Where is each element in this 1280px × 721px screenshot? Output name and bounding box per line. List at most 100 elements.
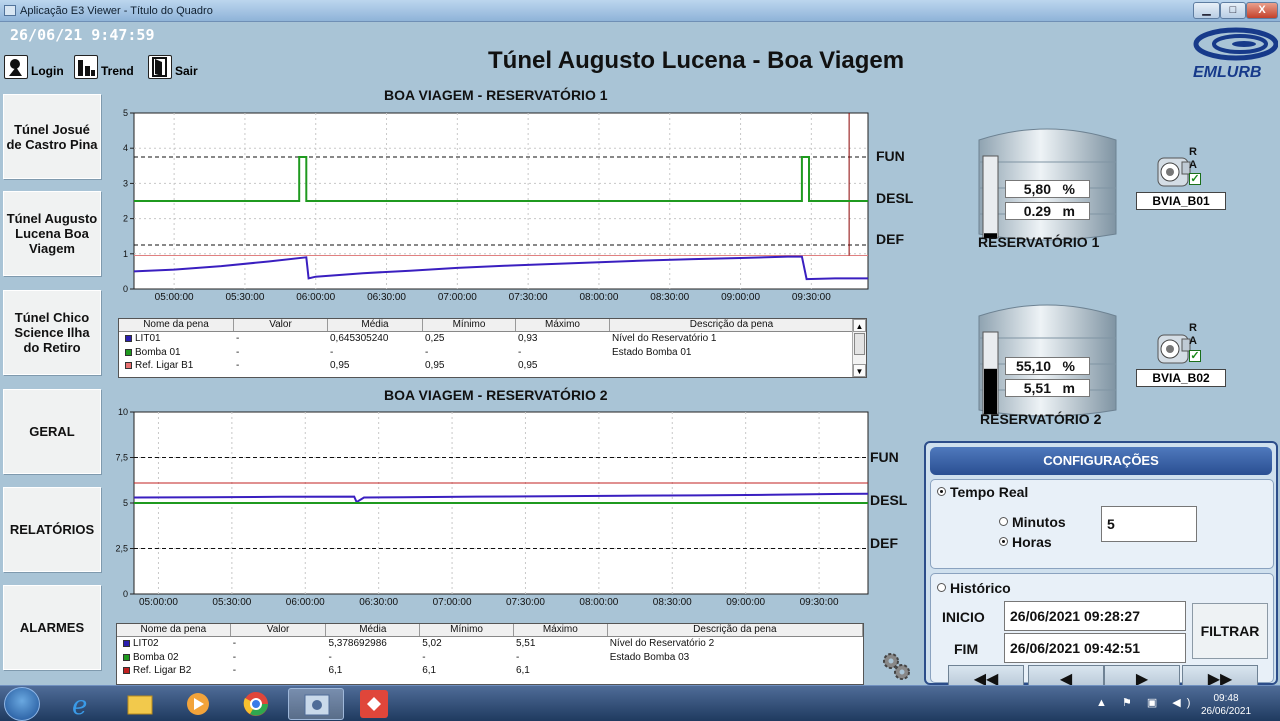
pen-name: Ref. Ligar B1 — [135, 360, 194, 371]
table-row[interactable]: Bomba 02 - - - - Estado Bomba 03 — [117, 651, 863, 665]
scroll-thumb[interactable] — [854, 333, 865, 355]
legend-scrollbar[interactable]: ▲ ▼ — [852, 319, 866, 377]
nav-tunel-augusto[interactable]: Túnel Augusto Lucena Boa Viagem — [3, 191, 101, 276]
table-row[interactable]: Ref. Ligar B1 - 0,95 0,95 0,95 — [119, 359, 866, 373]
nav-alarmes[interactable]: ALARMES — [3, 585, 101, 670]
pump-b01-name: BVIA_B01 — [1136, 192, 1226, 210]
series-color-swatch — [123, 640, 130, 647]
fim-input[interactable]: 26/06/2021 09:42:51 — [1004, 633, 1186, 663]
page-title: Túnel Augusto Lucena - Boa Viagem — [488, 47, 905, 74]
chart2-label-fun: FUN — [870, 449, 899, 465]
pump-b01-a: A — [1189, 159, 1197, 171]
pen-min: 0,95 — [425, 360, 445, 371]
e3-viewer-taskbar-icon[interactable] — [288, 688, 344, 720]
chart1-y-tick-label: 4 — [123, 143, 128, 153]
col-nome: Nome da pena — [119, 319, 234, 331]
pen-mean: - — [330, 346, 334, 358]
chart2-label-desl: DESL — [870, 492, 908, 508]
internet-explorer-icon[interactable]: e — [54, 688, 110, 721]
chart2-y-tick-label: 0 — [123, 589, 128, 599]
chart2-label-def: DEF — [870, 535, 898, 551]
series-color-swatch — [125, 362, 132, 369]
tray-time: 09:48 — [1213, 693, 1239, 704]
scroll-up-icon[interactable]: ▲ — [853, 319, 866, 332]
pen-max: 0,93 — [518, 333, 538, 344]
historico-radio[interactable]: Histórico — [937, 580, 1011, 596]
table-row[interactable]: Bomba 01 - - - - Estado Bomba 01 — [119, 346, 866, 360]
system-tray-icons[interactable]: ▲ ⚑ ▣ ◀) — [1096, 696, 1196, 709]
tank2-percent-display: 55,10 % — [1005, 357, 1090, 375]
realtime-radio[interactable]: Tempo Real — [937, 484, 1028, 500]
tank2-name: RESERVATÓRIO 2 — [980, 411, 1102, 427]
user-icon — [4, 55, 28, 79]
pump-b02-name: BVIA_B02 — [1136, 369, 1226, 387]
media-player-icon[interactable] — [170, 688, 226, 720]
pen-name: Bomba 02 — [133, 651, 179, 663]
config-panel: CONFIGURAÇÕES Tempo Real Minutos Horas 5… — [924, 441, 1278, 695]
pen-max: - — [518, 346, 522, 358]
chart2-y-tick-label: 5 — [123, 498, 128, 508]
chart1-x-tick-label: 07:00:00 — [438, 292, 477, 301]
chart1-plot[interactable]: 05:00:00 05:30:00 06:00:00 06:30:00 07:00:00… — [108, 107, 870, 303]
chrome-icon[interactable] — [228, 688, 284, 720]
radio-off-icon — [999, 517, 1008, 526]
chart2-legend-table: Nome da pena Valor Média Mínimo Máximo D… — [116, 623, 864, 685]
chart1-y-tick-label: 3 — [123, 178, 128, 188]
period-input[interactable]: 5 — [1101, 506, 1197, 542]
nav-tunel-josue[interactable]: Túnel Josué de Castro Pina — [3, 94, 101, 179]
anydesk-icon[interactable] — [346, 688, 402, 720]
tray-clock[interactable]: 09:48 26/06/2021 — [1196, 692, 1256, 718]
table-row[interactable]: LIT01 - 0,645305240 0,25 0,93 Nível do R… — [119, 332, 866, 346]
chart2-plot[interactable]: 05:00:00 05:30:00 06:00:00 06:30:00 07:00:00… — [108, 406, 870, 608]
chart2-title: BOA VIAGEM - RESERVATÓRIO 2 — [384, 387, 608, 403]
logo-text: EMLURB — [1193, 64, 1262, 81]
chart2-x-tick-label: 05:30:00 — [212, 597, 251, 606]
maximize-button[interactable]: □ — [1220, 2, 1246, 19]
nav-geral[interactable]: GERAL — [3, 389, 101, 474]
radio-on-icon — [999, 537, 1008, 546]
settings-gears-icon[interactable] — [880, 650, 912, 682]
fim-label: FIM — [954, 641, 979, 657]
close-button[interactable]: X — [1246, 2, 1278, 19]
col-media: Média — [328, 319, 423, 331]
filtrar-button[interactable]: FILTRAR — [1192, 603, 1268, 659]
chart1-label-def: DEF — [876, 231, 904, 247]
pen-value: - — [236, 360, 240, 371]
nav-tunel-chico[interactable]: Túnel Chico Science Ilha do Retiro — [3, 290, 101, 375]
radio-off-icon — [937, 583, 946, 592]
scroll-down-icon[interactable]: ▼ — [853, 364, 866, 377]
chart2-x-tick-label: 09:30:00 — [800, 597, 839, 606]
inicio-input[interactable]: 26/06/2021 09:28:27 — [1004, 601, 1186, 631]
pen-description: Estado Bomba 01 — [612, 346, 692, 358]
login-label: Login — [31, 64, 64, 78]
scada-screen: 26/06/21 9:47:59 Login Trend Sair Túnel … — [0, 22, 1280, 695]
tank1-level-display: 0.29 m — [1005, 202, 1090, 220]
pump-b01-check-icon[interactable]: ✓ — [1189, 173, 1201, 185]
minimize-button[interactable]: ▁ — [1193, 2, 1220, 19]
chart2-y-tick-label: 2,5 — [115, 544, 128, 554]
tank1-name: RESERVATÓRIO 1 — [978, 234, 1100, 250]
tank1-level: 0.29 — [1023, 203, 1051, 219]
chart1-label-desl: DESL — [876, 190, 914, 206]
inicio-label: INICIO — [942, 609, 985, 625]
horas-radio[interactable]: Horas — [999, 534, 1052, 550]
bar-chart-icon — [74, 55, 98, 79]
col-maximo: Máximo — [514, 624, 608, 636]
pen-description: Estado Bomba 03 — [609, 651, 690, 663]
chart1-legend-table: Nome da pena Valor Média Mínimo Máximo D… — [118, 318, 867, 378]
pen-min: 6,1 — [422, 665, 437, 676]
pump-b02-check-icon[interactable]: ✓ — [1189, 350, 1201, 362]
clock: 26/06/21 9:47:59 — [10, 26, 155, 44]
tank2-percent-unit: % — [1062, 358, 1075, 374]
start-button-icon[interactable] — [4, 687, 40, 721]
file-explorer-icon[interactable] — [112, 688, 168, 720]
minutos-radio[interactable]: Minutos — [999, 514, 1066, 530]
chart1-svg: 05:00:00 05:30:00 06:00:00 06:30:00 07:00:00… — [123, 108, 869, 303]
table-row[interactable]: LIT02 - 5,378692986 5,02 5,51 Nível do R… — [117, 637, 863, 651]
table-row[interactable]: Ref. Ligar B2 - 6,1 6,1 6,1 — [117, 664, 863, 678]
chart2-x-tick-label: 06:30:00 — [359, 597, 398, 606]
series-color-swatch — [125, 348, 132, 356]
nav-relatorios[interactable]: RELATÓRIOS — [3, 487, 101, 572]
series-color-swatch — [123, 667, 130, 674]
tank2-level-fill — [984, 368, 997, 414]
